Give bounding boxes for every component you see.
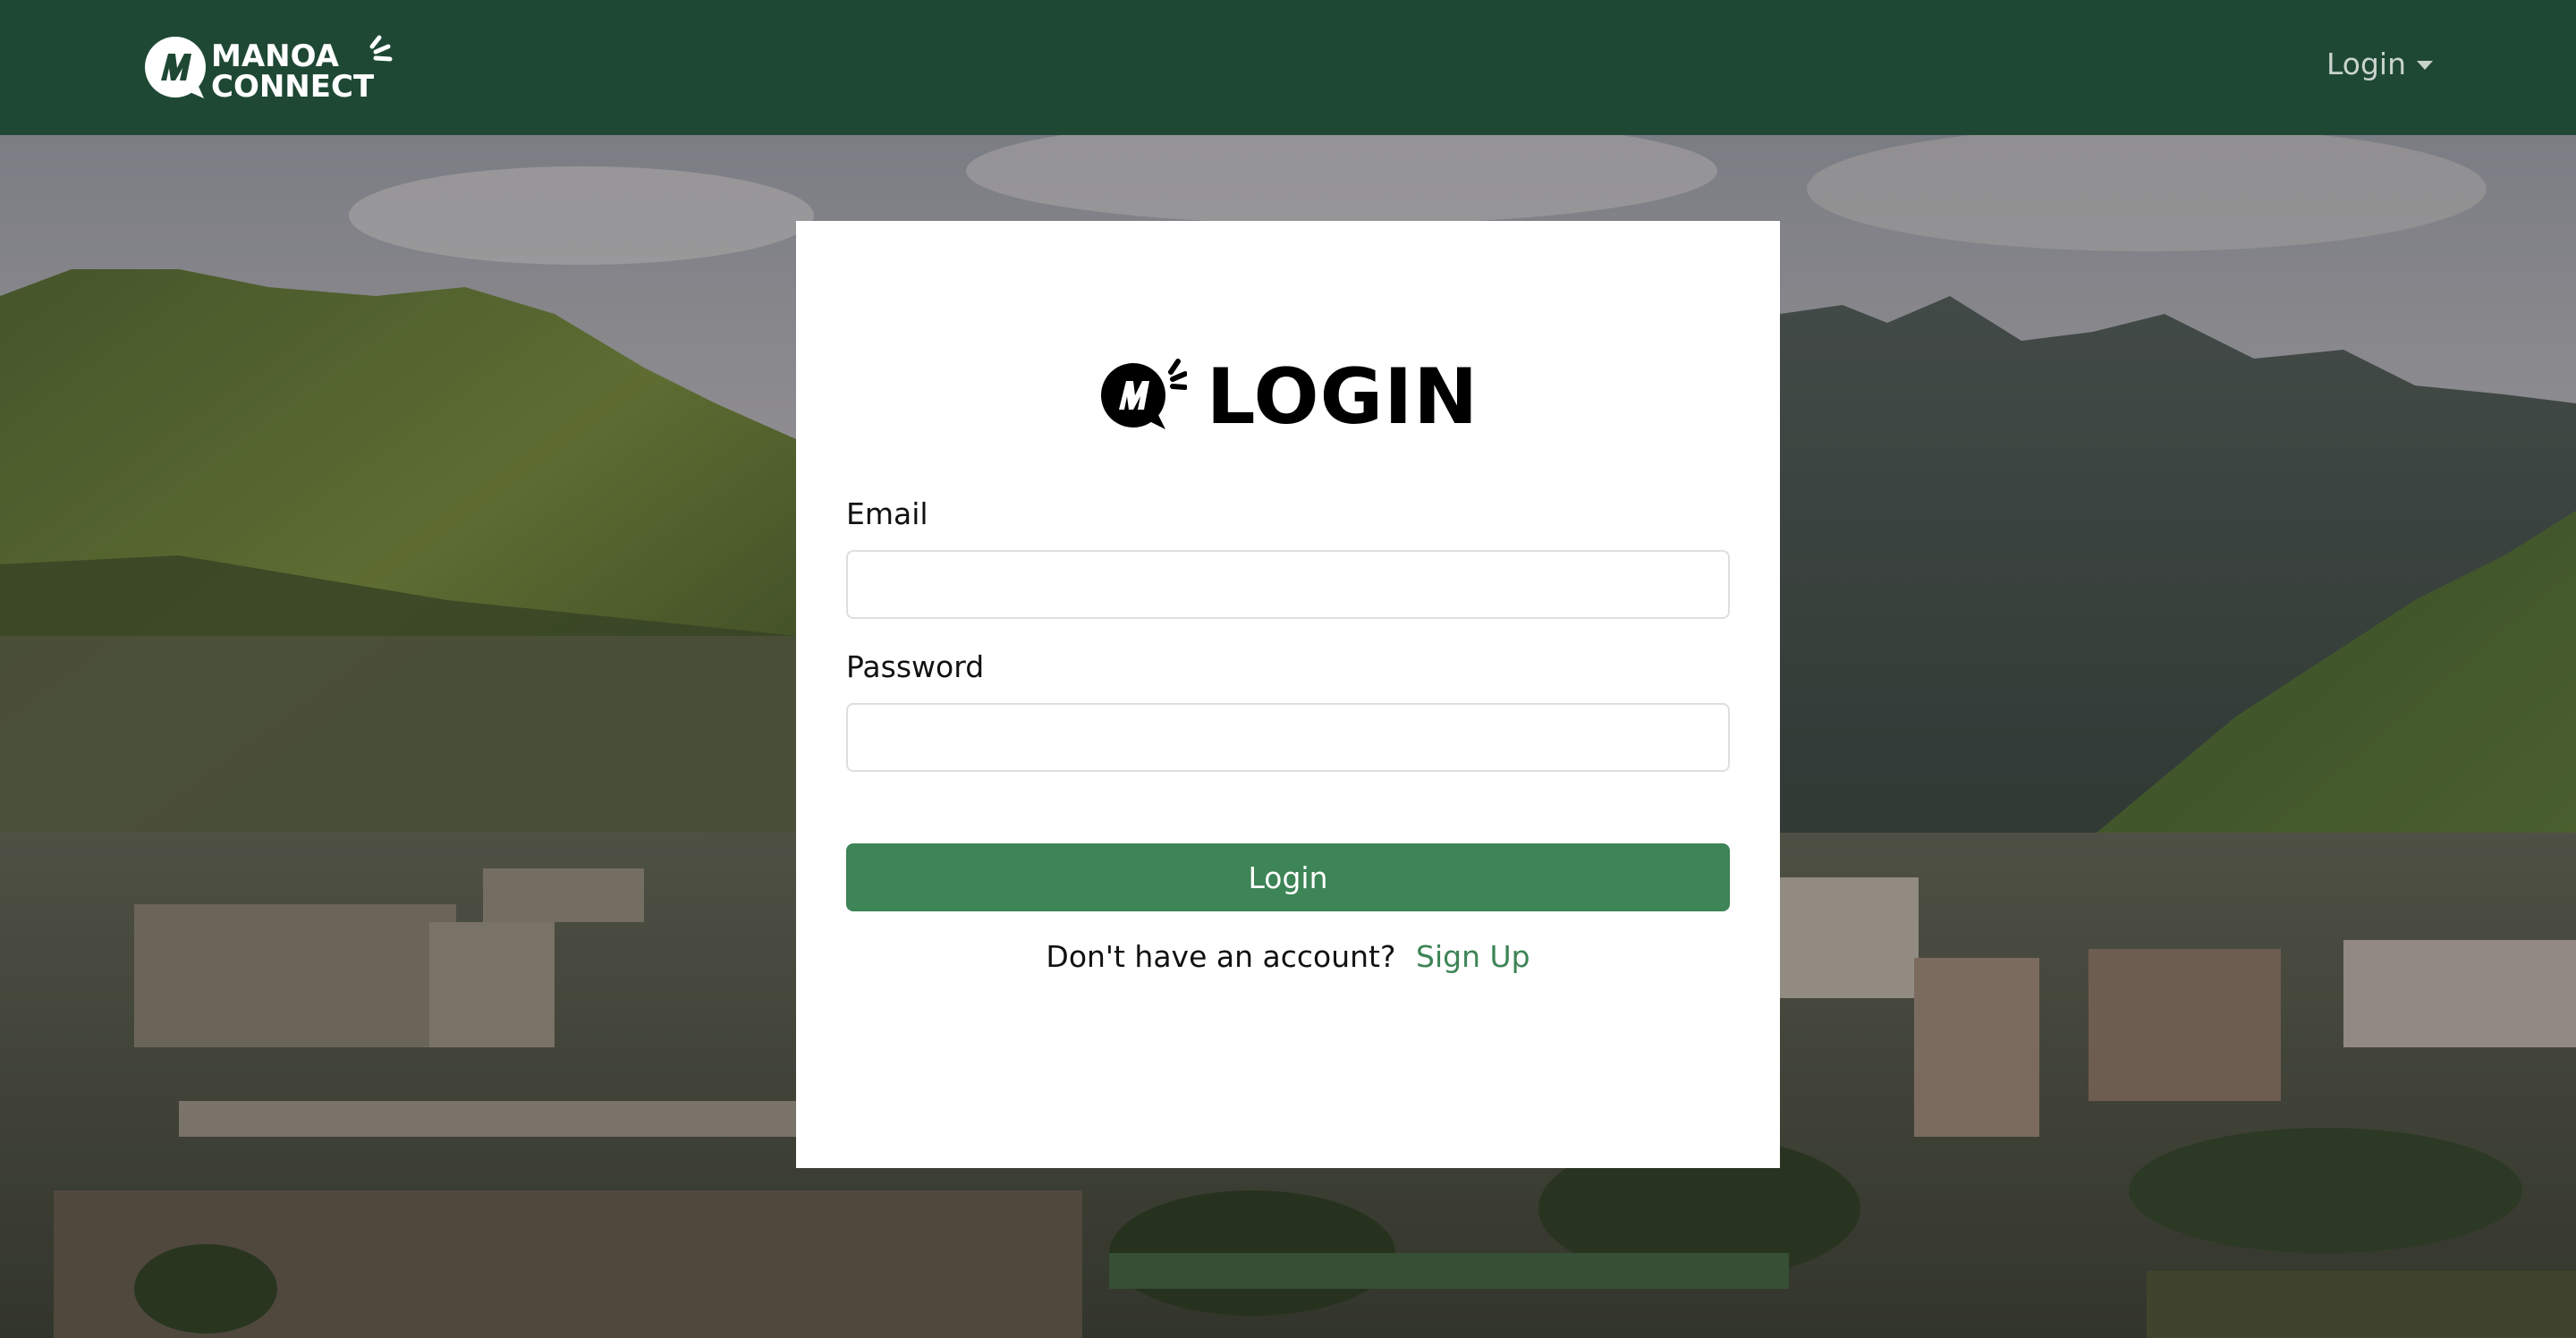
caret-down-icon [2417,60,2433,70]
navbar: MANOA CONNECT Login [0,0,2576,135]
password-field[interactable] [846,703,1730,772]
nav-login-label: Login [2326,47,2406,81]
signup-link[interactable]: Sign Up [1416,939,1530,974]
brand-line2: CONNECT [211,69,375,100]
email-field[interactable] [846,550,1730,619]
brand-logo[interactable]: MANOA CONNECT [141,34,414,100]
login-button[interactable]: Login [846,843,1730,911]
signup-prompt: Don't have an account? [1046,939,1396,974]
email-label: Email [846,496,928,531]
nav-login-dropdown[interactable]: Login [2326,47,2433,81]
card-title: LOGIN [796,357,1780,437]
login-card: LOGIN Email Password Login Don't have an… [796,221,1780,1168]
password-label: Password [846,649,985,684]
signup-row: Don't have an account? Sign Up [796,939,1780,974]
chat-bubble-m-icon [1097,358,1188,436]
card-title-text: LOGIN [1206,352,1479,442]
